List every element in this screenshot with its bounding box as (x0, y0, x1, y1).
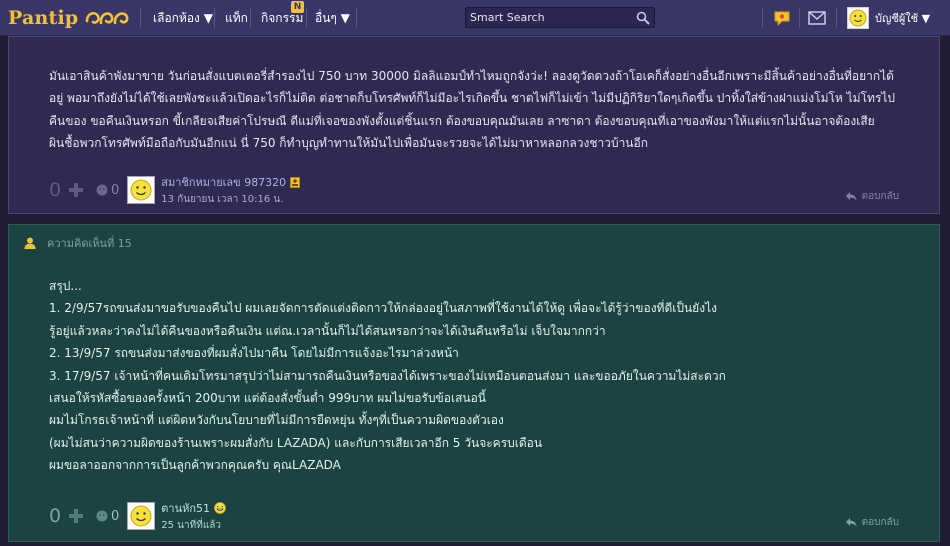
reply-button[interactable]: ตอบกลับ (845, 515, 899, 529)
vote-count: 0 (49, 505, 62, 527)
plus-vote-icon[interactable] (67, 181, 85, 199)
top-navbar: Pantip เลือกห้อง ▼ แท็ก กิจกรรม N อื่นๆ … (0, 0, 950, 36)
smiley-icon (130, 505, 152, 527)
emotion-icon[interactable] (96, 510, 108, 522)
logo-glyph-icon (86, 11, 129, 25)
comment-line: เสนอให้รหัสซื้อของครั้งหน้า 200บาท แต่ต้… (49, 390, 487, 405)
member-name-row: สมาชิกหมายเลข 987320 (161, 173, 301, 191)
member-name[interactable]: ตานหัก51 (161, 499, 210, 517)
laughing-emoji-icon (214, 502, 226, 514)
comment-line: รู้อยู่แล้วหละว่าคงไม่ได้คืนของหรือคืนเง… (49, 323, 606, 338)
vote-count: 0 (49, 179, 62, 201)
nav-divider (799, 8, 800, 28)
avatar[interactable] (127, 176, 156, 204)
comment-timestamp: 25 นาทีที่แล้ว (161, 520, 222, 531)
comment-line: ผมขอลาออกจากการเป็นลูกค้าพวกคุณครับ คุณL… (49, 458, 341, 473)
nav-divider (762, 8, 763, 28)
comment-line: 2. 13/9/57 รถขนส่งมาส่งของที่ผมสั่งไปมาค… (49, 346, 459, 361)
comment-timestamp: 13 กันยายน เวลา 10:16 น. (161, 194, 284, 205)
comment-header: ความคิดเห็นที่ 15 (23, 235, 132, 251)
smiley-icon (130, 179, 152, 201)
comment-line: 3. 17/9/57 เจ้าหน้าที่คนเดิมโทรมาสรุปว่า… (49, 368, 726, 383)
comment-number[interactable]: ความคิดเห็นที่ 15 (47, 234, 132, 252)
reply-label: ตอบกลับ (861, 516, 899, 528)
pantip-logo[interactable]: Pantip (8, 4, 130, 32)
nav-divider (140, 8, 141, 28)
mail-icon[interactable] (808, 11, 826, 25)
search-icon[interactable] (636, 11, 650, 25)
member-info: สมาชิกหมายเลข 987320 13 กันยายน เวลา 10:… (161, 173, 301, 207)
nav-more[interactable]: อื่นๆ ▼ (315, 0, 350, 36)
plus-vote-icon[interactable] (67, 507, 85, 525)
nav-divider (306, 8, 307, 28)
member-badge-icon (290, 176, 301, 188)
emotion-icon[interactable] (96, 184, 108, 196)
nav-tags[interactable]: แท็ก (225, 0, 248, 36)
comment-line: ผมไม่โกรธเจ้าหน้าที่ แต่ผิดหวังกับนโยบาย… (49, 413, 504, 428)
smiley-icon (849, 9, 867, 27)
member-name-row: ตานหัก51 (161, 499, 226, 517)
nav-choose-room[interactable]: เลือกห้อง ▼ (153, 0, 213, 36)
member-name[interactable]: สมาชิกหมายเลข 987320 (161, 173, 286, 191)
comment-line: อยู่ พอมาถึงยังไม่ได้ใช้เลยพังชะแล้วเปิด… (49, 91, 896, 106)
user-menu-label: บัญชีผู้ใช้ ▼ (875, 12, 931, 25)
user-icon (24, 237, 36, 249)
search-input[interactable] (466, 8, 626, 27)
comment-body: สรุป... 1. 2/9/57รถขนส่งมาขอรับของคืนไป … (49, 275, 726, 477)
comment-line: สรุป... (49, 279, 82, 293)
comment-card: มันเอาสินค้าพังมาขาย วันก่อนสั่งแบตเตอรี… (8, 36, 940, 214)
comment-line: มันเอาสินค้าพังมาขาย วันก่อนสั่งแบตเตอรี… (49, 69, 894, 83)
comment-footer: 0 0 ตานหัก51 25 นาทีที่แล้ว (49, 501, 226, 531)
member-info: ตานหัก51 25 นาทีที่แล้ว (161, 499, 226, 533)
comment-line: 1. 2/9/57รถขนส่งมาขอรับของคืนไป ผมเลยจัด… (49, 301, 717, 316)
nav-divider (356, 8, 357, 28)
avatar (847, 7, 869, 29)
comment-footer: 0 0 สมาชิกหมายเลข 987320 13 กันยายน เวลา… (49, 173, 301, 207)
reply-arrow-icon (845, 518, 857, 527)
emotion-count: 0 (111, 508, 120, 524)
logo-text: Pantip (8, 7, 79, 29)
nav-divider (214, 8, 215, 28)
reply-arrow-icon (845, 192, 857, 201)
avatar[interactable] (127, 502, 156, 530)
activity-new-badge: N (291, 1, 304, 13)
user-menu[interactable]: บัญชีผู้ใช้ ▼ (847, 6, 930, 30)
comment-line: ผินชื้อพวกโทรศัพท์มือถือกับมันอีกแน่ นี่… (49, 136, 648, 151)
nav-divider (250, 8, 251, 28)
comment-body: มันเอาสินค้าพังมาขาย วันก่อนสั่งแบตเตอรี… (49, 65, 895, 155)
reply-button[interactable]: ตอบกลับ (845, 189, 899, 203)
smart-search-box (465, 7, 655, 28)
reply-label: ตอบกลับ (861, 190, 899, 202)
chat-bubble-icon[interactable] (773, 9, 791, 27)
nav-divider (836, 8, 837, 28)
comment-card-highlighted: ความคิดเห็นที่ 15 สรุป... 1. 2/9/57รถขนส… (8, 224, 940, 542)
comment-line: คืนของ ขอคืนเงินหรอก ขี้เกลียจเสียค่าโปร… (49, 113, 875, 128)
emotion-count: 0 (111, 182, 120, 198)
comment-line: (ผมไม่สนว่าความผิดของร้านเพราะผมสั่งกับ … (49, 435, 543, 450)
